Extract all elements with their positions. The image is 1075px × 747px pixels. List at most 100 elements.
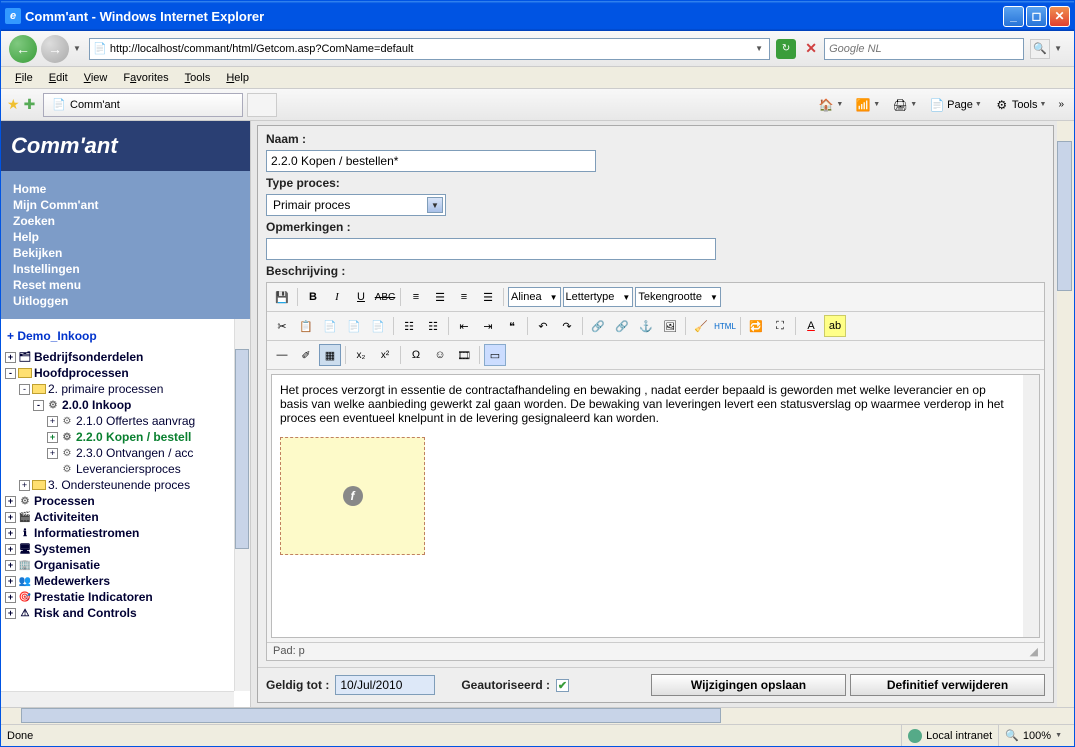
- tree-node[interactable]: +⚙2.3.0 Ontvangen / acc: [5, 445, 246, 461]
- tree-toggle-icon[interactable]: +: [47, 416, 58, 427]
- search-button[interactable]: 🔍: [1030, 39, 1050, 59]
- new-tab-button[interactable]: [247, 93, 277, 117]
- favorites-center-icon[interactable]: ★: [7, 96, 20, 113]
- minimize-button[interactable]: _: [1003, 6, 1024, 27]
- tree-toggle-icon[interactable]: +: [5, 592, 16, 603]
- text-color-icon[interactable]: A: [800, 315, 822, 337]
- tree-toggle-icon[interactable]: +: [47, 432, 58, 443]
- nav-mijn[interactable]: Mijn Comm'ant: [13, 197, 238, 213]
- remove-format-icon[interactable]: ✐: [295, 344, 317, 366]
- tools-menu-button[interactable]: ⚙Tools ▼: [990, 95, 1051, 115]
- paste-word-icon[interactable]: 📄: [367, 315, 389, 337]
- save-button[interactable]: Wijzigingen opslaan: [651, 674, 846, 696]
- align-justify-icon[interactable]: ☰: [477, 286, 499, 308]
- tree-node[interactable]: ⚙Leveranciersproces: [5, 461, 246, 477]
- stop-button[interactable]: ✕: [802, 40, 820, 58]
- menu-help[interactable]: Help: [218, 70, 257, 86]
- url-dropdown[interactable]: ▼: [751, 44, 767, 53]
- tree-toggle-icon[interactable]: +: [5, 528, 16, 539]
- tree-node[interactable]: +🖥Systemen: [5, 541, 246, 557]
- forward-button[interactable]: →: [41, 35, 69, 63]
- nav-instellingen[interactable]: Instellingen: [13, 261, 238, 277]
- menu-view[interactable]: View: [76, 70, 116, 86]
- redo-icon[interactable]: ↷: [556, 315, 578, 337]
- style-select[interactable]: Alinea▼: [508, 287, 561, 307]
- paste-text-icon[interactable]: 📄: [343, 315, 365, 337]
- address-bar[interactable]: 📄 ▼: [89, 38, 770, 60]
- nav-history-dropdown[interactable]: ▼: [73, 44, 81, 53]
- add-favorite-icon[interactable]: ✚: [24, 96, 36, 113]
- print-button[interactable]: 🖨▼: [888, 95, 921, 115]
- toggle-icon[interactable]: 🔁: [745, 315, 767, 337]
- outdent-icon[interactable]: ⇤: [453, 315, 475, 337]
- menu-file[interactable]: File: [7, 70, 41, 86]
- editor-body[interactable]: Het proces verzorgt in essentie de contr…: [271, 374, 1040, 638]
- tree-toggle-icon[interactable]: -: [19, 384, 30, 395]
- italic-icon[interactable]: I: [326, 286, 348, 308]
- tree-node[interactable]: +⚙Processen: [5, 493, 246, 509]
- maximize-button[interactable]: ◻: [1026, 6, 1047, 27]
- tree-toggle-icon[interactable]: +: [19, 480, 30, 491]
- strikethrough-icon[interactable]: ABC: [374, 286, 396, 308]
- toolbar-expand-button[interactable]: »: [1054, 99, 1068, 110]
- save-icon[interactable]: 💾: [271, 286, 293, 308]
- main-scrollbar-vertical[interactable]: [1057, 121, 1074, 707]
- flash-placeholder[interactable]: f: [280, 437, 425, 555]
- table-icon[interactable]: ▦: [319, 344, 341, 366]
- search-dropdown[interactable]: ▼: [1054, 44, 1062, 53]
- tree-toggle-icon[interactable]: -: [5, 368, 16, 379]
- security-zone[interactable]: Local intranet: [901, 725, 998, 746]
- tree-node[interactable]: -2. primaire processen: [5, 381, 246, 397]
- tree-node[interactable]: +👥Medewerkers: [5, 573, 246, 589]
- cut-icon[interactable]: ✂: [271, 315, 293, 337]
- numbered-list-icon[interactable]: ☷: [398, 315, 420, 337]
- auth-checkbox[interactable]: ✔: [556, 679, 569, 692]
- tree-toggle-icon[interactable]: +: [5, 544, 16, 555]
- special-char-icon[interactable]: Ω: [405, 344, 427, 366]
- bullet-list-icon[interactable]: ☷: [422, 315, 444, 337]
- tree-node[interactable]: +🗂Bedrijfsonderdelen: [5, 349, 246, 365]
- html-icon[interactable]: HTML: [714, 315, 736, 337]
- editor-scrollbar[interactable]: [1023, 375, 1039, 637]
- tree-node[interactable]: +🎬Activiteiten: [5, 509, 246, 525]
- nav-zoeken[interactable]: Zoeken: [13, 213, 238, 229]
- tree-toggle-icon[interactable]: +: [5, 512, 16, 523]
- geldig-input[interactable]: [335, 675, 435, 695]
- tree-toggle-icon[interactable]: -: [33, 400, 44, 411]
- copy-icon[interactable]: 📋: [295, 315, 317, 337]
- menu-tools[interactable]: Tools: [177, 70, 219, 86]
- nav-uitloggen[interactable]: Uitloggen: [13, 293, 238, 309]
- menu-favorites[interactable]: Favorites: [115, 70, 176, 86]
- tree-toggle-icon[interactable]: +: [5, 560, 16, 571]
- align-right-icon[interactable]: ≡: [453, 286, 475, 308]
- naam-input[interactable]: [266, 150, 596, 172]
- tree-node[interactable]: -Hoofdprocessen: [5, 365, 246, 381]
- align-left-icon[interactable]: ≡: [405, 286, 427, 308]
- tree-node[interactable]: +ℹInformatiestromen: [5, 525, 246, 541]
- go-refresh-button[interactable]: ↻: [776, 39, 796, 59]
- tree-toggle-icon[interactable]: +: [5, 352, 16, 363]
- delete-button[interactable]: Definitief verwijderen: [850, 674, 1045, 696]
- tree-scrollbar-vertical[interactable]: [234, 319, 250, 691]
- home-button[interactable]: 🏠▼: [814, 95, 847, 115]
- cleanup-icon[interactable]: 🧹: [690, 315, 712, 337]
- browser-tab[interactable]: 📄 Comm'ant: [43, 93, 243, 117]
- menu-edit[interactable]: Edit: [41, 70, 76, 86]
- close-button[interactable]: ✕: [1049, 6, 1070, 27]
- tree-toggle-icon[interactable]: +: [47, 448, 58, 459]
- tree-toggle-icon[interactable]: +: [5, 576, 16, 587]
- resize-handle-icon[interactable]: ◢: [1030, 645, 1038, 658]
- tree-node[interactable]: +⚠Risk and Controls: [5, 605, 246, 621]
- page-menu-button[interactable]: 📄Page ▼: [925, 95, 986, 115]
- opmerkingen-input[interactable]: [266, 238, 716, 260]
- emoticon-icon[interactable]: ☺: [429, 344, 451, 366]
- bold-icon[interactable]: B: [302, 286, 324, 308]
- tree-node[interactable]: -⚙2.0.0 Inkoop: [5, 397, 246, 413]
- tree-toggle-icon[interactable]: +: [5, 496, 16, 507]
- undo-icon[interactable]: ↶: [532, 315, 554, 337]
- url-input[interactable]: [110, 43, 751, 55]
- unlink-icon[interactable]: 🔗: [611, 315, 633, 337]
- back-button[interactable]: ←: [9, 35, 37, 63]
- fullscreen-icon[interactable]: ⛶: [769, 315, 791, 337]
- tree-node[interactable]: +⚙2.1.0 Offertes aanvrag: [5, 413, 246, 429]
